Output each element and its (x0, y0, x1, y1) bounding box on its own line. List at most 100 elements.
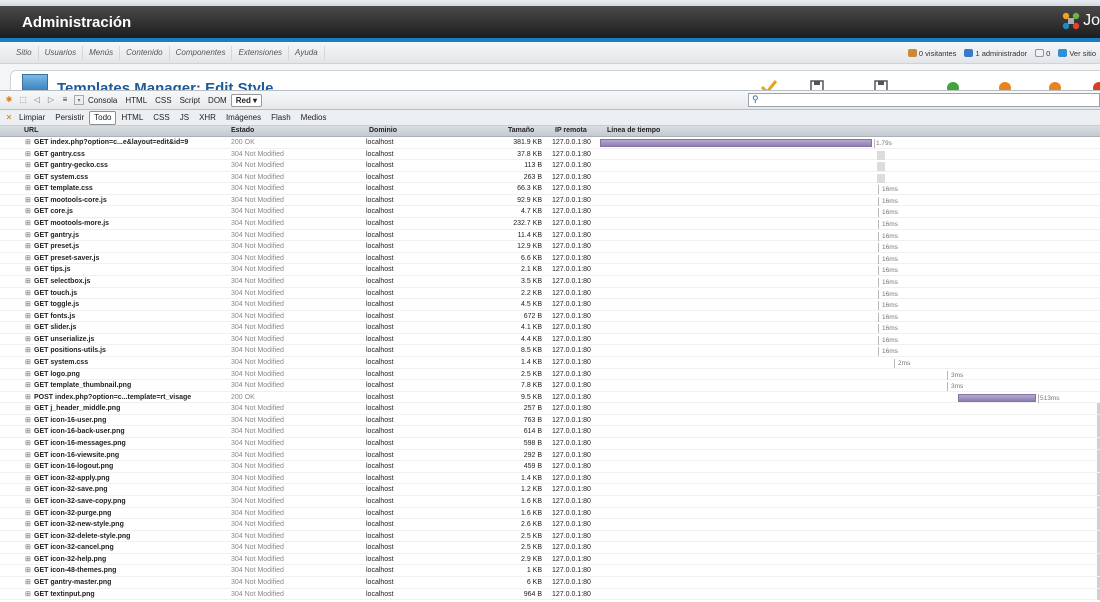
expand-icon[interactable]: ⊞ (25, 532, 31, 540)
filter-flash[interactable]: Flash (266, 113, 296, 122)
table-row[interactable]: ⊞ GET tips.js 304 Not Modified localhost 2.1… (0, 264, 1100, 276)
expand-icon[interactable]: ⊞ (25, 196, 31, 204)
menu-item-ayuda[interactable]: Ayuda (289, 46, 325, 60)
tab-html[interactable]: HTML (121, 96, 151, 105)
admins-status[interactable]: 1 administrador (964, 48, 1027, 58)
expand-icon[interactable]: ⊞ (25, 520, 31, 528)
expand-icon[interactable]: ⊞ (25, 543, 31, 551)
expand-icon[interactable]: ⊞ (25, 184, 31, 192)
expand-icon[interactable]: ⊞ (25, 439, 31, 447)
expand-icon[interactable]: ⊞ (25, 323, 31, 331)
expand-icon[interactable]: ⊞ (25, 370, 31, 378)
new-style-icon[interactable] (996, 78, 1014, 90)
expand-icon[interactable]: ⊞ (25, 381, 31, 389)
table-row[interactable]: ⊞ GET preset-saver.js 304 Not Modified loca… (0, 253, 1100, 265)
tab-script[interactable]: Script (176, 96, 204, 105)
table-row[interactable]: ⊞ GET toggle.js 304 Not Modified localhost 4… (0, 299, 1100, 311)
expand-icon[interactable]: ⊞ (25, 289, 31, 297)
table-row[interactable]: ⊞ GET slider.js 304 Not Modified localhost 4… (0, 322, 1100, 334)
table-row[interactable]: ⊞ GET logo.png 304 Not Modified localhost 2.… (0, 369, 1100, 381)
expand-icon[interactable]: ⊞ (25, 555, 31, 563)
table-row[interactable]: ⊞ GET positions-utils.js 304 Not Modified l… (0, 345, 1100, 357)
table-row[interactable]: ⊞ GET icon-32-save-copy.png 304 Not Modifi… (0, 495, 1100, 508)
col-domain[interactable]: Dominio (369, 127, 397, 134)
table-row[interactable]: ⊞ GET system.css 304 Not Modified localhost… (0, 357, 1100, 369)
expand-icon[interactable]: ⊞ (25, 462, 31, 470)
expand-icon[interactable]: ⊞ (25, 219, 31, 227)
expand-icon[interactable]: ⊞ (25, 254, 31, 262)
table-row[interactable]: ⊞ GET gantry-master.png 304 Not Modified lo… (0, 576, 1100, 589)
table-row[interactable]: ⊞ GET mootools-core.js 304 Not Modified loc… (0, 195, 1100, 207)
table-row[interactable]: ⊞ GET system.css 304 Not Modified localhost… (0, 172, 1100, 184)
back-icon[interactable]: ◁ (32, 95, 42, 105)
table-row[interactable]: ⊞ GET core.js 304 Not Modified localhost 4.7… (0, 206, 1100, 219)
col-url[interactable]: URL (24, 127, 38, 134)
inspect-icon[interactable]: ⬚ (18, 95, 28, 105)
table-row[interactable]: ⊞ GET mootools-more.js 304 Not Modified loc… (0, 218, 1100, 230)
col-status[interactable]: Estado (231, 127, 254, 134)
table-row[interactable]: ⊞ GET template_thumbnail.png 304 Not Modif… (0, 380, 1100, 392)
save-icon[interactable] (808, 78, 826, 90)
expand-icon[interactable]: ⊞ (25, 242, 31, 250)
filter-js[interactable]: JS (175, 113, 194, 122)
table-row[interactable]: ⊞ GET fonts.js 304 Not Modified localhost 67… (0, 311, 1100, 323)
expand-icon[interactable]: ⊞ (25, 590, 31, 598)
visitors-status[interactable]: 0 visitantes (907, 48, 956, 58)
view-site-link[interactable]: Ver sitio (1058, 48, 1096, 58)
forward-icon[interactable]: ▷ (46, 95, 56, 105)
expand-icon[interactable]: ⊞ (25, 497, 31, 505)
filter-xhr[interactable]: XHR (194, 113, 221, 122)
tab-css[interactable]: CSS (151, 96, 175, 105)
table-row[interactable]: ⊞ GET index.php?option=c...e&layout=edit&… (0, 137, 1100, 149)
expand-icon[interactable]: ⊞ (25, 358, 31, 366)
expand-icon[interactable]: ⊞ (25, 300, 31, 308)
cancel-icon[interactable] (1090, 78, 1100, 90)
expand-icon[interactable]: ⊞ (25, 161, 31, 169)
expand-icon[interactable]: ⊞ (25, 416, 31, 424)
table-row[interactable]: ⊞ GET icon-32-save.png 304 Not Modified loc… (0, 484, 1100, 496)
filter-html[interactable]: HTML (116, 113, 148, 122)
col-size[interactable]: Tamaño (508, 127, 534, 134)
menu-item-sitio[interactable]: Sitio (10, 46, 39, 60)
table-row[interactable]: ⊞ GET touch.js 304 Not Modified localhost 2.… (0, 288, 1100, 300)
table-row[interactable]: ⊞ GET preset.js 304 Not Modified localhost 1… (0, 241, 1100, 253)
expand-icon[interactable]: ⊞ (25, 485, 31, 493)
expand-icon[interactable]: ⊞ (25, 566, 31, 574)
table-row[interactable]: ⊞ GET gantry.css 304 Not Modified localhost… (0, 149, 1100, 161)
clear-icon[interactable]: ✕ (4, 113, 14, 123)
firebug-icon[interactable]: ✱ (4, 95, 14, 105)
table-row[interactable]: ⊞ GET icon-32-cancel.png 304 Not Modified l… (0, 542, 1100, 554)
table-row[interactable]: ⊞ GET gantry.js 304 Not Modified localhost 1… (0, 230, 1100, 242)
expand-icon[interactable]: ⊞ (25, 404, 31, 412)
messages-status[interactable]: 0 (1035, 48, 1050, 58)
expand-icon[interactable]: ⊞ (25, 207, 31, 215)
table-row[interactable]: ⊞ POST index.php?option=c...template=rt_v… (0, 392, 1100, 404)
expand-icon[interactable]: ⊞ (25, 173, 31, 181)
expand-icon[interactable]: ⊞ (25, 451, 31, 459)
delete-style-icon[interactable] (1046, 78, 1064, 90)
joomla-logo[interactable]: Jo (1061, 11, 1100, 31)
menu-item-usuarios[interactable]: Usuarios (39, 46, 84, 60)
filter-imagenes[interactable]: Imágenes (221, 113, 266, 122)
expand-icon[interactable]: ⊞ (25, 265, 31, 273)
expand-icon[interactable]: ⊞ (25, 393, 31, 401)
menu-item-extensiones[interactable]: Extensiones (232, 46, 290, 60)
tab-consola[interactable]: Consola (84, 96, 121, 105)
expand-icon[interactable]: ⊞ (25, 312, 31, 320)
purge-icon[interactable] (944, 78, 962, 90)
expand-icon[interactable]: ⊞ (25, 346, 31, 354)
table-row[interactable]: ⊞ GET icon-16-messages.png 304 Not Modifie… (0, 438, 1100, 450)
table-row[interactable]: ⊞ GET icon-16-logout.png 304 Not Modified l… (0, 461, 1100, 473)
filter-todo[interactable]: Todo (89, 110, 117, 125)
table-row[interactable]: ⊞ GET unserialize.js 304 Not Modified local… (0, 334, 1100, 346)
firebug-search-input[interactable]: ⚲ (748, 93, 1100, 107)
table-row[interactable]: ⊞ GET textinput.png 304 Not Modified localh… (0, 588, 1100, 601)
dropdown-icon[interactable]: ▾ (74, 95, 84, 105)
table-row[interactable]: ⊞ GET icon-16-viewsite.png 304 Not Modifie… (0, 449, 1100, 462)
table-row[interactable]: ⊞ GET icon-32-apply.png 304 Not Modified lo… (0, 472, 1100, 485)
expand-icon[interactable]: ⊞ (25, 231, 31, 239)
table-row[interactable]: ⊞ GET gantry-gecko.css 304 Not Modified loc… (0, 160, 1100, 172)
tab-red[interactable]: Red ▾ (230, 93, 263, 107)
expand-icon[interactable]: ⊞ (25, 138, 31, 146)
expand-icon[interactable]: ⊞ (25, 277, 31, 285)
